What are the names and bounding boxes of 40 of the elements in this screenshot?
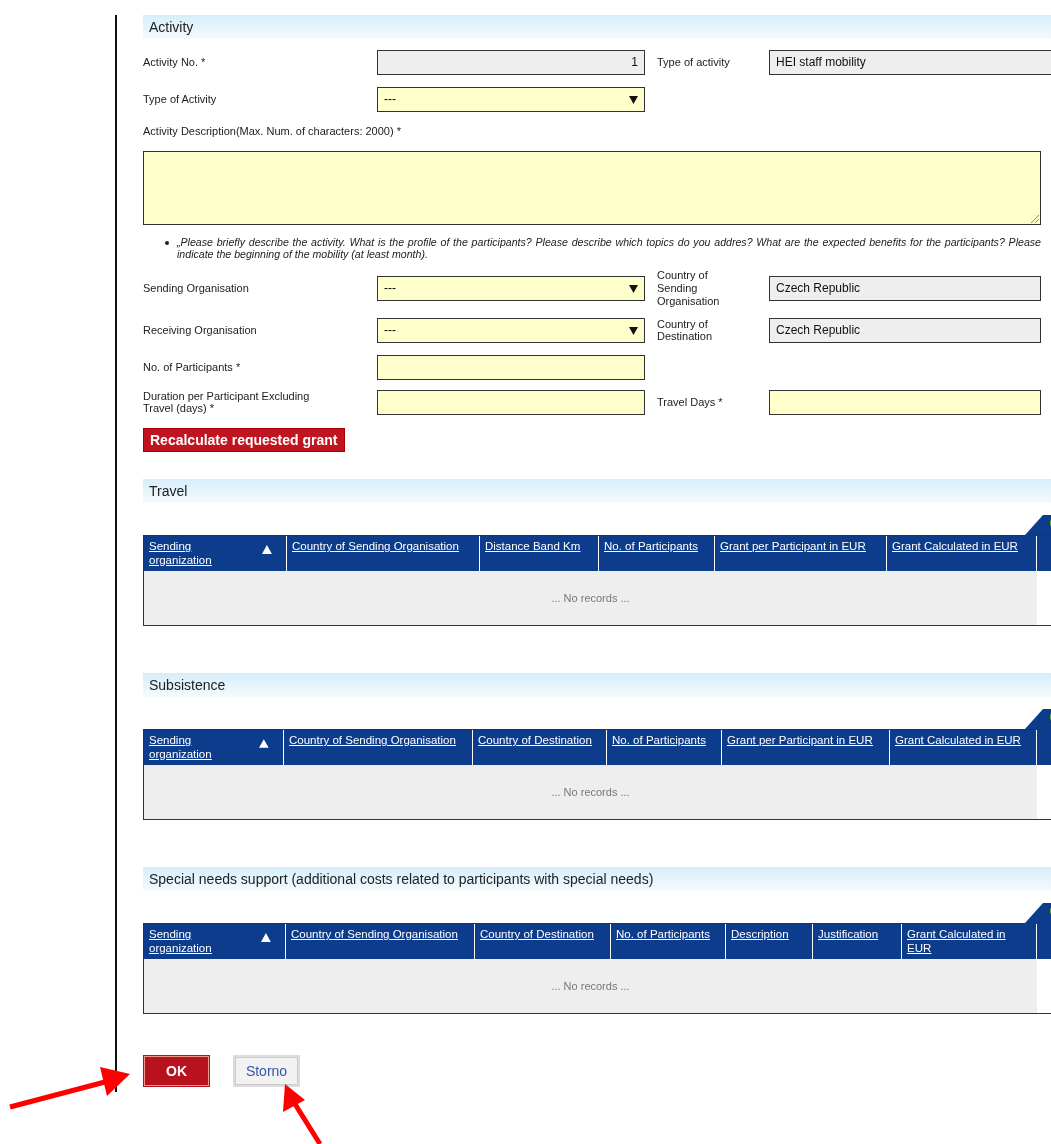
field-label: Type of Activity [143, 92, 218, 106]
field-label: Country of Sending Organisation [657, 269, 721, 308]
input-field[interactable] [377, 354, 645, 380]
section-header: Special needs support (additional costs related to participants with special needs) [143, 867, 1051, 892]
field-label: Sending Organisation [143, 281, 250, 295]
sort-icon [261, 933, 271, 943]
dropdown-caret-icon [629, 283, 638, 293]
sort-icon [259, 739, 269, 749]
input-field[interactable]: Czech Republic [769, 275, 1041, 301]
empty-message: ... No records ... [551, 786, 630, 799]
field-label: Receiving Organisation [143, 323, 258, 337]
text-area[interactable] [143, 151, 1041, 225]
hint-text: „Please briefly describe the activity. What is the profile of the participants? Please describe which topics do you addres? What are the expected benefits for the participants? Please indicate the beginning of the mobility (at least month). [177, 237, 1041, 261]
cancel-button[interactable]: Storno [233, 1055, 300, 1087]
sort-icon [262, 545, 272, 555]
empty-message: ... No records ... [551, 592, 630, 605]
resize-grip-icon[interactable] [1030, 214, 1039, 223]
field-label: Type of activity [657, 55, 731, 69]
field-label: No. of Participants * [143, 360, 242, 374]
dropdown-caret-icon [629, 325, 638, 335]
input-field[interactable] [377, 389, 645, 415]
dropdown-field[interactable]: --- [377, 275, 645, 301]
input-field[interactable] [769, 389, 1041, 415]
section-header: Subsistence [143, 673, 1051, 698]
field-label: Activity No. * [143, 55, 207, 69]
ok-button[interactable]: OK [143, 1055, 210, 1087]
field-label: Duration per Participant Excluding Travel (days) * [143, 389, 311, 415]
input-field[interactable]: Czech Republic [769, 317, 1041, 343]
dropdown-field[interactable]: --- [377, 317, 645, 343]
field-label: Country of Destination [657, 317, 714, 343]
recalculate-button[interactable]: Recalculate requested grant [143, 428, 345, 453]
dropdown-caret-icon [629, 94, 638, 104]
dropdown-field[interactable]: --- [377, 86, 645, 112]
input-field[interactable]: 1 [377, 49, 645, 75]
input-field[interactable]: HEI staff mobility [769, 49, 1051, 75]
field-label: Travel Days * [657, 395, 724, 409]
section-header: Travel [143, 479, 1051, 504]
field-label: Activity Description(Max. Num. of characters: 2000) * [143, 124, 402, 138]
empty-message: ... No records ... [551, 980, 630, 993]
section-header: Activity [143, 15, 1051, 39]
